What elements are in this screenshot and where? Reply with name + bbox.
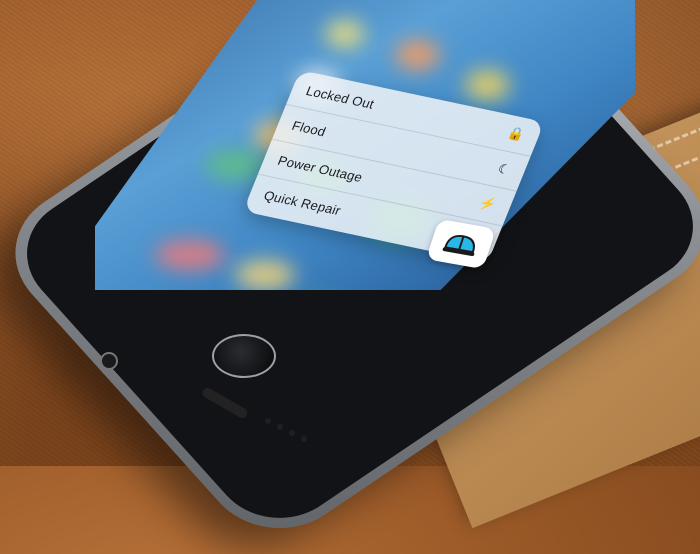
blurred-app-icon <box>465 70 510 100</box>
speaker-hole <box>289 430 295 436</box>
speaker-hole <box>301 436 307 442</box>
iphone: Locked Out 🔒 Flood ☾ Power Outage ⚡ Quic… <box>0 0 700 554</box>
menu-item-label: Flood <box>289 117 329 139</box>
moon-icon: ☾ <box>495 160 513 178</box>
blurred-app-icon <box>155 240 225 270</box>
lightning-icon: ⚡ <box>477 194 499 213</box>
blurred-app-icon <box>325 20 365 48</box>
menu-item-label: Locked Out <box>303 82 377 112</box>
menu-item-label: Power Outage <box>275 152 366 185</box>
blurred-app-icon <box>395 40 440 70</box>
blurred-app-icon <box>235 260 295 290</box>
speaker-hole <box>265 418 271 424</box>
lock-icon: 🔒 <box>505 125 528 143</box>
speaker-hole <box>277 424 283 430</box>
menu-item-label: Quick Repair <box>261 187 344 219</box>
home-button[interactable] <box>212 334 276 378</box>
headphone-jack <box>100 352 118 370</box>
hard-hat-icon <box>442 234 475 257</box>
